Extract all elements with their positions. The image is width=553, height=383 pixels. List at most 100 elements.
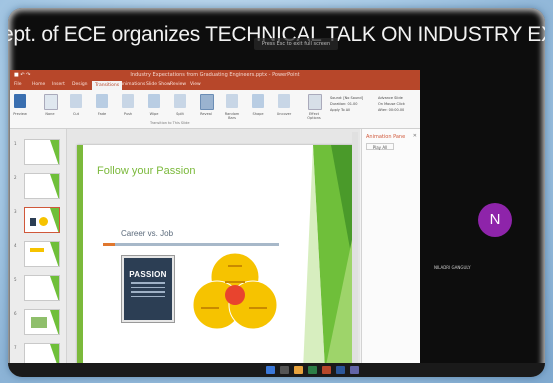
thumbnail-number: 5 <box>14 277 17 282</box>
taskbar <box>8 363 545 377</box>
effect-options-icon[interactable] <box>308 94 322 110</box>
slide-green-decoration <box>303 145 353 370</box>
slide-editor: Follow your Passion Career vs. Job PASSI… <box>67 129 360 375</box>
slide-divider <box>103 243 279 246</box>
tab-review[interactable]: Review <box>170 82 186 87</box>
thumb-green-accent <box>50 310 59 334</box>
thumb-green-accent <box>50 140 59 164</box>
transition-none-icon[interactable] <box>44 94 58 110</box>
windows-start-icon[interactable] <box>266 366 275 374</box>
participant-name: NILADRI GANGULY <box>434 265 471 270</box>
slide-thumbnails-pane: 1 2 3 4 5 6 7 <box>10 129 67 375</box>
transition-none-label: None <box>45 112 55 116</box>
chrome-icon[interactable] <box>308 366 317 374</box>
thumbnail-number: 1 <box>14 141 17 146</box>
advance-options: Advance Slide On Mouse Click After: 00:0… <box>378 95 405 113</box>
ribbon-tabs: File Home Insert Design Transitions Anim… <box>10 80 420 90</box>
tab-insert[interactable]: Insert <box>52 82 65 87</box>
slide-left-accent <box>77 145 83 370</box>
tab-animations[interactable]: Animations <box>120 82 145 87</box>
slide-thumbnail[interactable] <box>24 275 60 301</box>
close-icon[interactable]: ✕ <box>413 133 417 139</box>
ribbon-group-label: Transition to This Slide <box>150 121 190 125</box>
transition-shape-icon[interactable] <box>252 94 264 108</box>
poster-word: PASSION <box>129 270 167 279</box>
apply-to-all-button[interactable]: Apply To All <box>330 107 363 113</box>
poster-text-line <box>131 286 165 288</box>
thumb-green-accent <box>50 276 59 300</box>
thumb-yellow-box <box>30 248 44 252</box>
passion-poster-image: PASSION <box>122 256 174 322</box>
thumb-poster <box>30 218 36 226</box>
play-all-button[interactable]: Play All <box>366 143 394 150</box>
slide-title: Follow your Passion <box>97 165 196 177</box>
tab-view[interactable]: View <box>190 82 201 87</box>
transition-shape-label: Shape <box>252 112 264 116</box>
slide-thumbnail-selected[interactable] <box>24 207 60 233</box>
teams-icon[interactable] <box>350 366 359 374</box>
slide-subtitle: Career vs. Job <box>121 229 174 238</box>
thumbnail-number: 7 <box>14 345 17 350</box>
slide-thumbnail[interactable] <box>24 309 60 335</box>
animation-pane: Animation Pane ✕ Play All <box>361 129 420 375</box>
tab-file[interactable]: File <box>14 82 22 87</box>
timing-options: Sound: [No Sound] Duration: 01.00 Apply … <box>330 95 363 113</box>
thumbnail-number: 3 <box>14 209 17 214</box>
tab-slide-show[interactable]: Slide Show <box>146 82 171 87</box>
thumb-green-accent <box>50 242 59 266</box>
poster-text-line <box>131 291 165 293</box>
transition-wipe-icon[interactable] <box>148 94 160 108</box>
thumb-venn <box>39 217 48 226</box>
current-slide[interactable]: Follow your Passion Career vs. Job PASSI… <box>77 145 353 370</box>
transition-split-icon[interactable] <box>174 94 186 108</box>
thumbnail-number: 2 <box>14 175 17 180</box>
transition-uncover-icon[interactable] <box>278 94 290 108</box>
word-icon[interactable] <box>336 366 345 374</box>
transition-random-bars-label: Random Bars <box>224 112 240 120</box>
transition-cut-label: Cut <box>72 112 80 116</box>
slide-thumbnail[interactable] <box>24 173 60 199</box>
participant-avatar: N <box>478 203 512 237</box>
transition-push-label: Push <box>123 112 133 116</box>
thumb-green-accent <box>50 208 59 232</box>
slide-thumbnail[interactable] <box>24 241 60 267</box>
slide-divider-accent <box>103 243 115 246</box>
meeting-screen: ept. of ECE organizes TECHNICAL TALK ON … <box>8 8 545 377</box>
transition-cut-icon[interactable] <box>70 94 82 108</box>
transition-fade-icon[interactable] <box>96 94 108 108</box>
search-icon[interactable] <box>280 366 289 374</box>
slide-scrollbar[interactable] <box>352 132 358 372</box>
transition-split-label: Split <box>176 112 184 116</box>
preview-label: Preview <box>13 112 27 116</box>
tab-design[interactable]: Design <box>72 82 88 87</box>
fullscreen-hint: Press Esc to exit full screen <box>254 38 338 50</box>
thumbnail-number: 4 <box>14 243 17 248</box>
preview-icon[interactable] <box>14 94 26 108</box>
powerpoint-icon[interactable] <box>322 366 331 374</box>
transition-wipe-label: Wipe <box>149 112 159 116</box>
effect-options-label: Effect Options <box>307 112 321 120</box>
transition-uncover-label: Uncover <box>276 112 292 116</box>
event-banner: ept. of ECE organizes TECHNICAL TALK ON … <box>8 23 545 46</box>
file-explorer-icon[interactable] <box>294 366 303 374</box>
tab-transitions[interactable]: Transitions <box>92 81 123 90</box>
venn-diagram-image <box>192 252 278 330</box>
slide-thumbnail[interactable] <box>24 139 60 165</box>
transition-reveal-label: Reveal <box>200 112 212 116</box>
transition-fade-label: Fade <box>97 112 107 116</box>
thumbnail-number: 6 <box>14 311 17 316</box>
poster-text-line <box>131 282 165 284</box>
powerpoint-window: Industry Expectations from Graduating En… <box>10 70 420 375</box>
thumb-green-image <box>31 317 47 328</box>
ribbon: Preview None Cut Fade Push Wipe Split Re… <box>10 90 420 129</box>
transition-random-bars-icon[interactable] <box>226 94 238 108</box>
tab-home[interactable]: Home <box>32 82 45 87</box>
quick-access-toolbar[interactable]: ■ ↶ ↷ <box>14 72 54 78</box>
animation-pane-title: Animation Pane <box>366 134 406 140</box>
after-time-field[interactable]: After: 00:00.00 <box>378 107 405 113</box>
transition-reveal-icon[interactable] <box>200 94 214 110</box>
powerpoint-title-bar: Industry Expectations from Graduating En… <box>10 70 420 80</box>
thumb-green-accent <box>50 174 59 198</box>
poster-text-line <box>131 295 165 297</box>
transition-push-icon[interactable] <box>122 94 134 108</box>
